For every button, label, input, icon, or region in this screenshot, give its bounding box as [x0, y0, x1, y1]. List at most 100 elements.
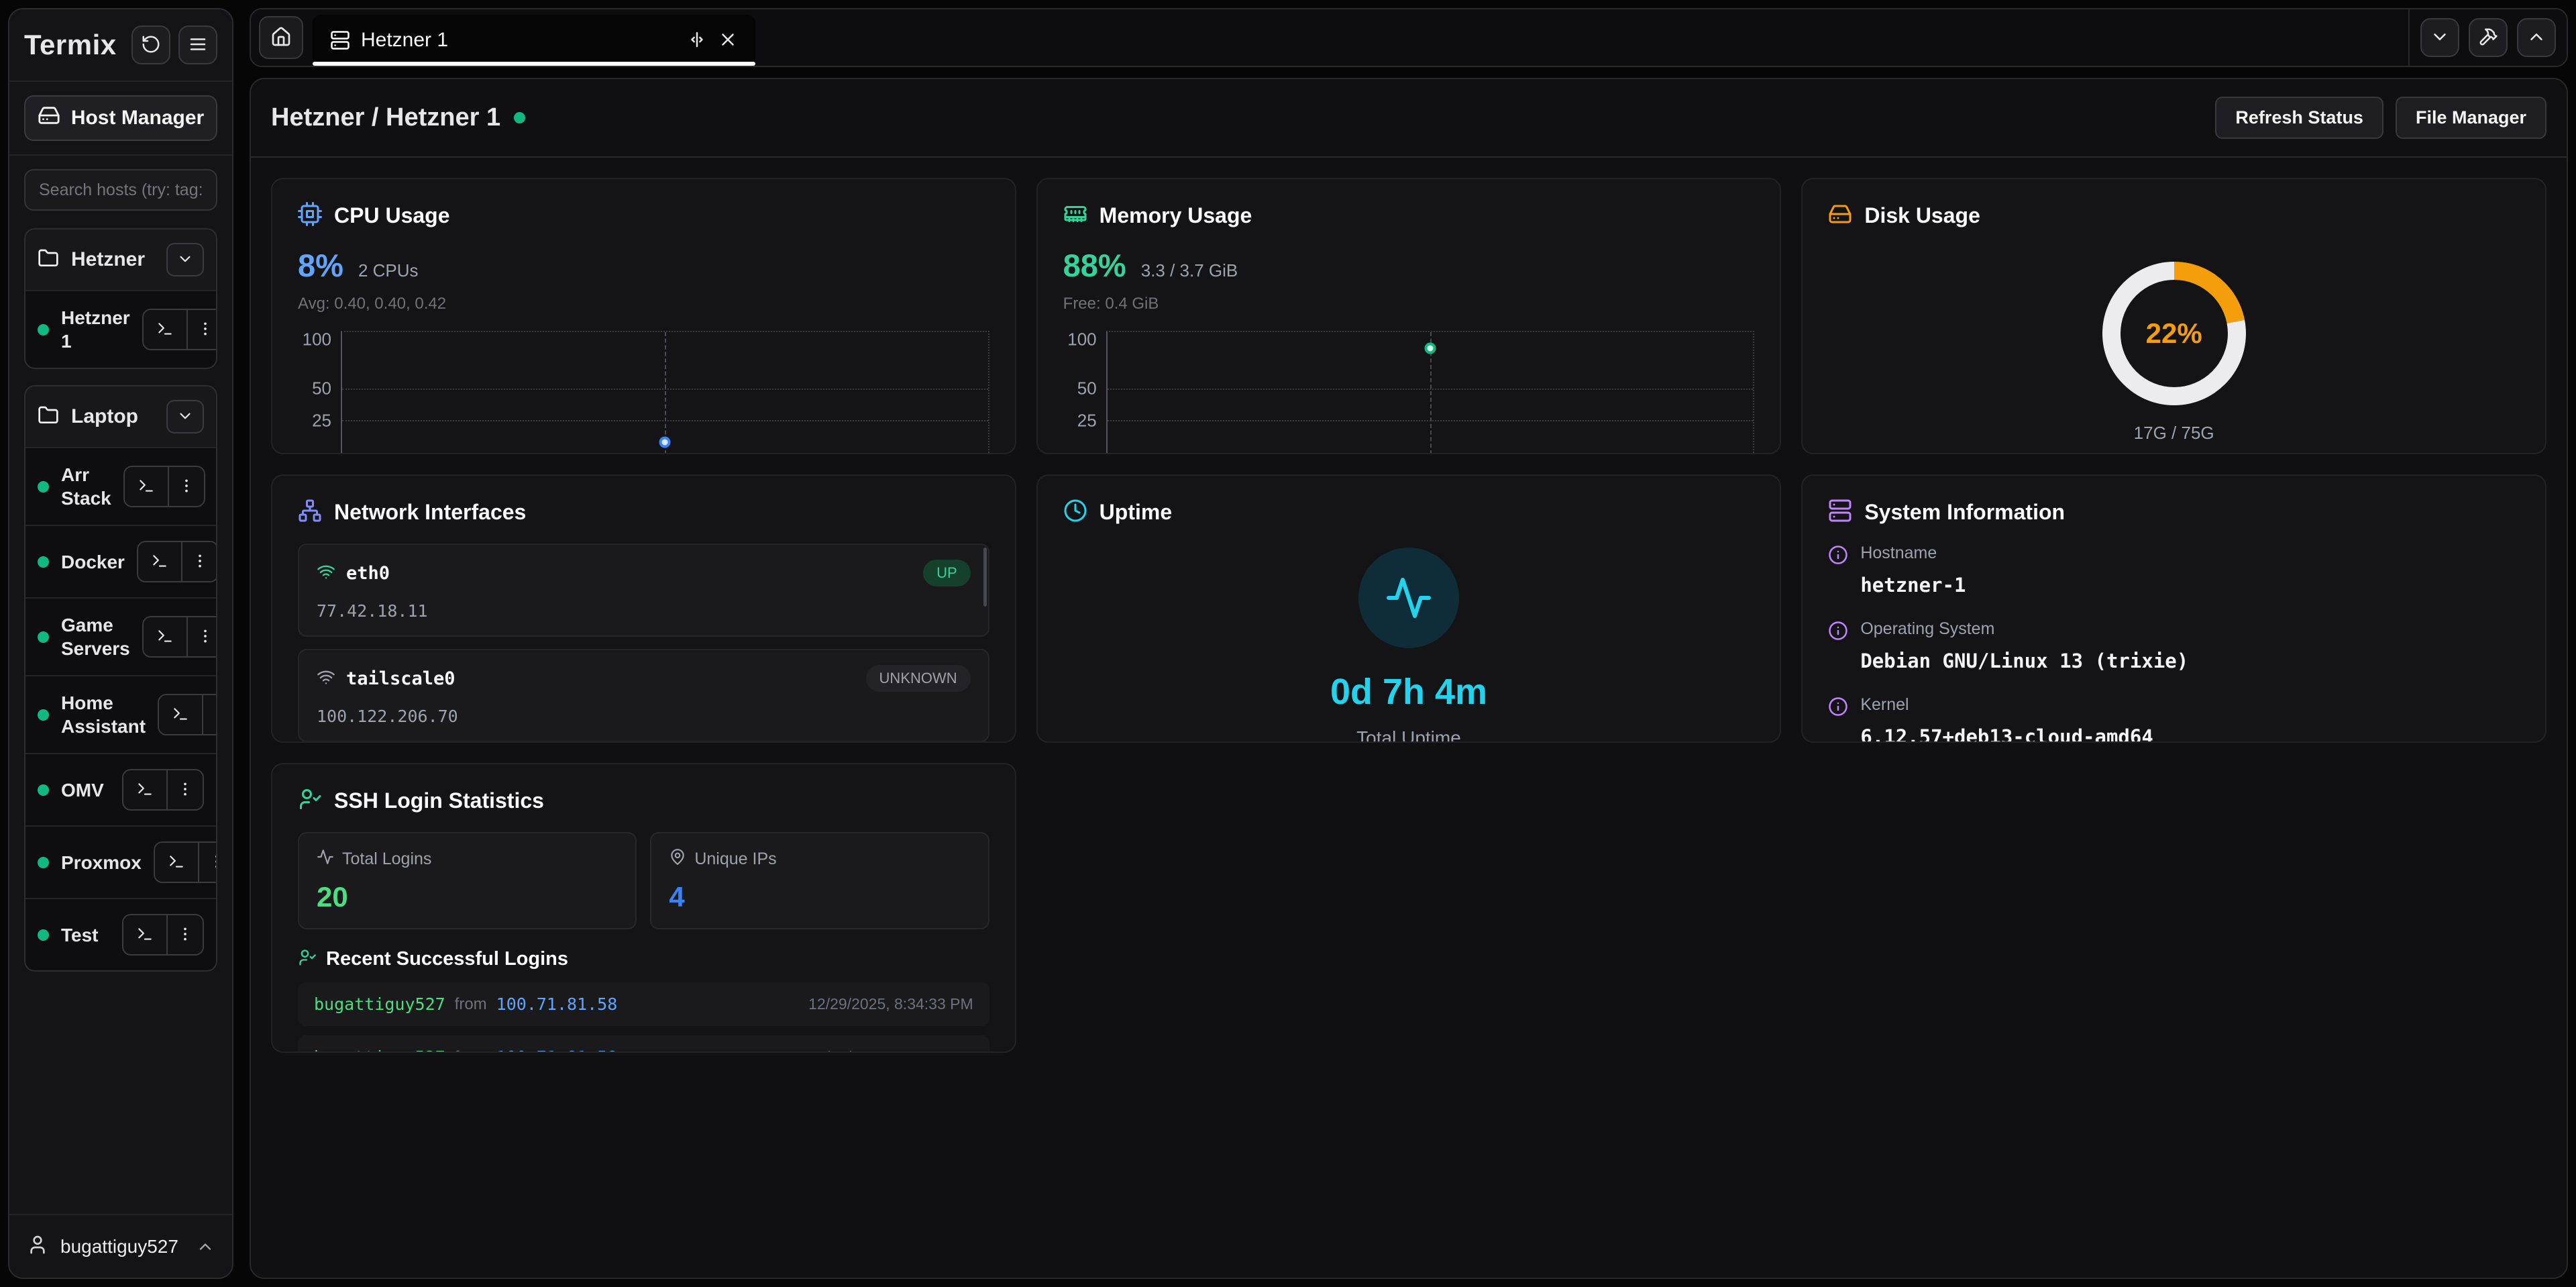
- host-status-dot: [38, 631, 49, 643]
- host-manager-label: Host Manager: [71, 107, 204, 130]
- refresh-status-button[interactable]: Refresh Status: [2215, 97, 2383, 139]
- open-terminal-button[interactable]: [155, 843, 198, 882]
- open-terminal-button[interactable]: [123, 915, 166, 954]
- host-row-docker[interactable]: Docker: [25, 525, 216, 597]
- login-from-label: from: [455, 995, 487, 1014]
- host-row-omv[interactable]: OMV: [25, 753, 216, 825]
- group-collapse-button[interactable]: [166, 400, 204, 433]
- memory-icon: [1063, 202, 1087, 229]
- y-tick: 50: [312, 378, 331, 399]
- host-name: Home Assistant: [61, 691, 146, 738]
- host-actions: [154, 841, 217, 883]
- sysinfo-value: Debian GNU/Linux 13 (trixie): [1860, 650, 2188, 672]
- host-manager-section: Host Manager: [9, 82, 232, 154]
- card-title: Memory Usage: [1099, 203, 1252, 228]
- interface-row-eth0[interactable]: eth0 UP 77.42.18.11: [298, 544, 989, 637]
- collapse-panel-button[interactable]: [2517, 18, 2556, 57]
- main-column: Hetzner 1: [250, 8, 2568, 1279]
- memory-chart: 100 50 25: [1063, 331, 1755, 454]
- scrollbar-thumb[interactable]: [983, 548, 987, 607]
- host-name: Docker: [61, 550, 125, 574]
- tab-hetzner-1[interactable]: Hetzner 1: [313, 15, 755, 66]
- refresh-hosts-button[interactable]: [131, 25, 170, 64]
- host-manager-button[interactable]: Host Manager: [24, 95, 217, 141]
- host-menu-button[interactable]: [202, 695, 217, 734]
- host-menu-button[interactable]: [166, 915, 203, 954]
- host-status-dot: [38, 929, 49, 941]
- host-groups: Hetzner Hetzner 1: [9, 224, 232, 985]
- host-row-arr-stack[interactable]: Arr Stack: [25, 447, 216, 525]
- tools-button[interactable]: [2469, 18, 2508, 57]
- kebab-menu-icon: [191, 552, 209, 572]
- y-tick: 100: [303, 329, 331, 350]
- kebab-menu-icon: [176, 925, 194, 945]
- host-menu-button[interactable]: [186, 617, 217, 656]
- tab-bar-controls: [2408, 9, 2567, 66]
- host-row-hetzner-1[interactable]: Hetzner 1: [25, 290, 216, 368]
- active-tab-indicator: [313, 62, 755, 66]
- wifi-icon: [317, 668, 335, 690]
- folder-icon: [38, 248, 59, 272]
- chevron-down-icon: [2430, 27, 2450, 49]
- host-actions: [142, 309, 217, 350]
- split-pane-icon: [687, 30, 707, 52]
- host-menu-button[interactable]: [186, 310, 217, 349]
- group-header-hetzner[interactable]: Hetzner: [25, 229, 216, 290]
- split-pane-button[interactable]: [687, 30, 707, 52]
- memory-detail: 3.3 / 3.7 GiB: [1141, 260, 1238, 281]
- recent-logins-title: Recent Successful Logins: [326, 948, 568, 970]
- sidebar-menu-button[interactable]: [178, 25, 217, 64]
- host-row-game-servers[interactable]: Game Servers: [25, 597, 216, 675]
- group-collapse-button[interactable]: [166, 243, 204, 276]
- interface-row-tailscale0[interactable]: tailscale0 UNKNOWN 100.122.206.70: [298, 649, 989, 742]
- interface-ip: 100.122.206.70: [317, 707, 971, 726]
- sysinfo-label: Operating System: [1860, 619, 2188, 639]
- open-terminal-button[interactable]: [159, 695, 202, 734]
- open-terminal-button[interactable]: [144, 617, 186, 656]
- host-row-test[interactable]: Test: [25, 898, 216, 970]
- host-row-proxmox[interactable]: Proxmox: [25, 825, 216, 898]
- group-header-laptop[interactable]: Laptop: [25, 387, 216, 447]
- terminal-icon: [151, 552, 168, 572]
- open-terminal-button[interactable]: [138, 542, 181, 581]
- rotate-ccw-icon: [141, 34, 161, 56]
- unique-ips-value: 4: [669, 881, 970, 913]
- host-menu-button[interactable]: [181, 542, 217, 581]
- login-row: bugattiguy527 from 100.71.81.58 12/29/20…: [298, 982, 989, 1026]
- folder-icon: [38, 405, 59, 429]
- terminal-icon: [136, 925, 154, 945]
- terminal-icon: [168, 853, 185, 872]
- uptime-card: Uptime 0d 7h 4m Total Uptime 25,496 seco…: [1036, 474, 1782, 743]
- host-menu-button[interactable]: [168, 467, 204, 506]
- sysinfo-label: Kernel: [1860, 695, 2153, 715]
- open-terminal-button[interactable]: [125, 467, 168, 506]
- host-menu-button[interactable]: [198, 843, 217, 882]
- card-title: Network Interfaces: [334, 500, 526, 525]
- open-terminal-button[interactable]: [144, 310, 186, 349]
- host-row-home-assistant[interactable]: Home Assistant: [25, 675, 216, 753]
- host-name: Game Servers: [61, 613, 130, 660]
- app-root: Termix Host Manager: [0, 0, 2576, 1287]
- card-title: CPU Usage: [334, 203, 450, 228]
- host-name: Test: [61, 923, 110, 947]
- user-menu[interactable]: bugattiguy527: [9, 1214, 232, 1278]
- host-status-dot: [38, 481, 49, 493]
- chevron-down-icon: [176, 250, 194, 270]
- search-input[interactable]: [24, 169, 217, 211]
- terminal-icon: [138, 477, 155, 497]
- host-group-laptop: Laptop Arr Stack Docker: [24, 385, 217, 972]
- host-menu-button[interactable]: [166, 770, 203, 809]
- login-row: bugattiguy527 from 100.71.81.58 12/29/20…: [298, 1035, 989, 1053]
- tab-label: Hetzner 1: [361, 29, 676, 52]
- server-icon: [1828, 499, 1852, 526]
- file-manager-button[interactable]: File Manager: [2396, 97, 2546, 139]
- menu-icon: [188, 34, 208, 56]
- home-button[interactable]: [259, 16, 303, 59]
- login-user: bugattiguy527: [314, 1047, 445, 1053]
- open-terminal-button[interactable]: [123, 770, 166, 809]
- close-tab-button[interactable]: [718, 30, 738, 52]
- tab-list-button[interactable]: [2420, 18, 2459, 57]
- y-tick: 50: [1077, 378, 1097, 399]
- card-title: Uptime: [1099, 500, 1172, 525]
- cpu-load-avg: Avg: 0.40, 0.40, 0.42: [298, 295, 989, 313]
